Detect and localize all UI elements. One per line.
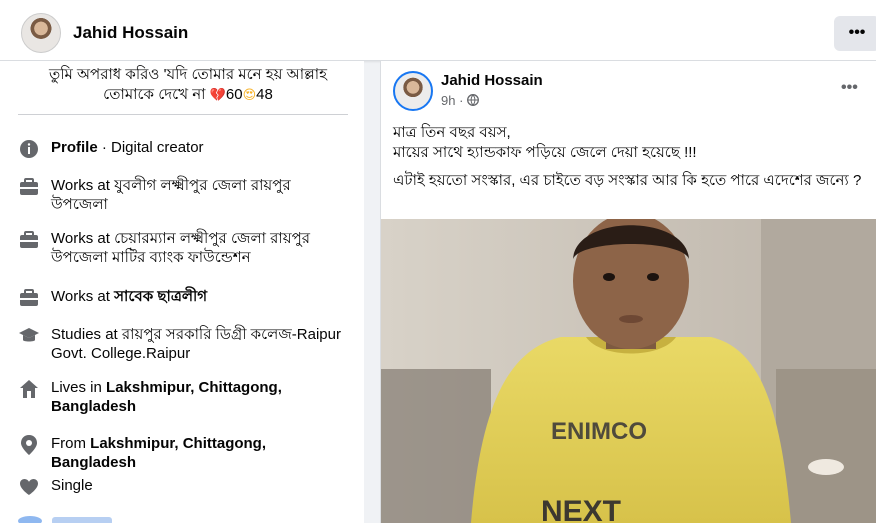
briefcase-icon [18, 176, 40, 198]
globe-icon [467, 93, 479, 108]
post-line: এটাই হয়তো সংস্কার, এর চাইতে বড় সংস্কার… [393, 172, 862, 189]
heart-eyes-count: 48 [256, 86, 273, 103]
intro-bio: তুমি অপরাধ করিও 'যদি তোমার মনে হয় আল্লা… [28, 65, 348, 105]
post-line: মাত্র তিন বছর বয়স, [393, 124, 511, 141]
about-label: Lives in [51, 379, 102, 396]
post-author-name[interactable]: Jahid Hossain [441, 72, 543, 89]
briefcase-icon [18, 229, 40, 251]
about-value: · Digital creator [97, 139, 204, 156]
about-value-bold: সাবেক ছাত্রলীগ [114, 288, 208, 305]
about-label: Studies at [51, 326, 118, 343]
location-pin-icon [18, 434, 40, 456]
about-label: Works at [51, 288, 110, 305]
home-icon [18, 378, 40, 400]
cut-off-link[interactable] [52, 517, 112, 523]
about-label: Profile [51, 139, 98, 156]
bio-line-2-text: তোমাকে দেখে না [103, 86, 206, 103]
graduation-cap-icon [18, 325, 40, 347]
post-photo[interactable]: ENIMCO NEXT [381, 219, 876, 523]
post-author-avatar[interactable] [393, 71, 433, 111]
shirt-print-text-2: NEXT [541, 495, 621, 523]
divider [18, 114, 348, 115]
about-label: Single [51, 477, 93, 494]
post-options-button[interactable]: ••• [841, 79, 858, 97]
heart-eyes-icon: 😍 [242, 87, 257, 102]
about-label: Works at [51, 177, 110, 194]
about-label: From [51, 435, 86, 452]
about-label: Works at [51, 230, 110, 247]
broken-heart-count: 60 [225, 86, 243, 103]
bio-line-2: তোমাকে দেখে না 💔60😍48 [28, 85, 348, 105]
broken-heart-icon: 💔 [209, 87, 226, 102]
bio-line-1: তুমি অপরাধ করিও 'যদি তোমার মনে হয় আল্লা… [48, 66, 328, 83]
info-icon [18, 138, 40, 160]
more-options-button[interactable]: ••• [834, 16, 876, 51]
post-text: মাত্র তিন বছর বয়স, মায়ের সাথে হ্যান্ডকা… [393, 123, 863, 199]
heart-icon [18, 476, 40, 498]
post-line: মায়ের সাথে হ্যান্ডকাফ পড়িয়ে জেলে দেয়… [393, 144, 697, 161]
post-timestamp[interactable]: 9h · [441, 93, 479, 108]
profile-header-bar: Jahid Hossain ••• [0, 0, 876, 61]
briefcase-icon [18, 287, 40, 309]
post-card: Jahid Hossain 9h · ••• মাত্র তিন বছর বয়… [380, 61, 876, 523]
avatar[interactable] [21, 13, 61, 53]
cut-off-icon [18, 516, 42, 523]
post-time-text: 9h [441, 93, 456, 108]
profile-name[interactable]: Jahid Hossain [73, 23, 188, 43]
shirt-print-text: ENIMCO [551, 418, 647, 445]
intro-panel: তুমি অপরাধ করিও 'যদি তোমার মনে হয় আল্লা… [0, 61, 364, 523]
